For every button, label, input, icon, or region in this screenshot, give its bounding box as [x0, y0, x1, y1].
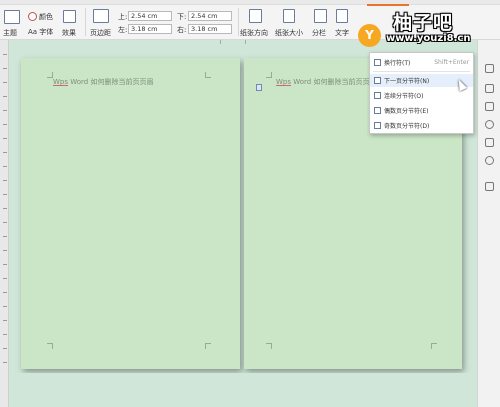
theme-button-label[interactable]: 主题 [3, 28, 17, 38]
menu-item-line-break[interactable]: 换行符(T) Shift+Enter [370, 56, 473, 69]
text-direction-icon[interactable] [336, 9, 348, 23]
text-direction-button-label[interactable]: 文字 [335, 28, 349, 38]
next-page-break-icon [374, 77, 381, 84]
header-rest: Word 如何删除当前页页眉 [68, 78, 154, 86]
help-icon[interactable] [485, 120, 494, 129]
site-watermark: Y 柚子吧 www.youzi8.cn [355, 6, 495, 50]
continuous-break-icon [374, 92, 381, 99]
vertical-ruler[interactable] [0, 40, 9, 407]
page-header-text[interactable]: Wps Word 如何删除当前页页眉 [276, 77, 376, 87]
margin-top-label: 上: [118, 13, 128, 21]
menu-item-label: 偶数页分节符(E) [384, 108, 429, 115]
menu-item-label: 连续分节符(O) [384, 93, 424, 100]
menu-item-label: 下一页分节符(N) [384, 78, 430, 85]
margin-left-input[interactable]: 3.18 cm [128, 24, 172, 34]
menu-item-even-page-section-break[interactable]: 偶数页分节符(E) [370, 104, 473, 117]
margins-icon[interactable] [93, 9, 109, 23]
margin-corner-mark [205, 72, 211, 78]
share-icon[interactable] [485, 182, 494, 191]
odd-page-break-icon [374, 122, 381, 129]
paper-size-icon[interactable] [283, 9, 295, 23]
menu-item-label: 奇数页分节符(D) [384, 123, 430, 130]
paste-options-icon[interactable] [256, 84, 262, 91]
margin-corner-mark [266, 72, 272, 78]
fonts-label: Aa 字体 [28, 27, 54, 36]
header-prefix: Wps [276, 78, 292, 86]
margin-corner-mark [266, 343, 272, 349]
document-page-left[interactable]: Wps Word 如何删除当前页页眉 [21, 58, 240, 369]
margin-right-input[interactable]: 3.18 cm [188, 24, 232, 34]
ribbon-tab-strip [0, 0, 500, 5]
menu-separator [373, 71, 470, 72]
palette-icon [28, 12, 37, 21]
menu-item-odd-page-section-break[interactable]: 奇数页分节符(D) [370, 119, 473, 132]
even-page-break-icon [374, 107, 381, 114]
margin-corner-mark [431, 343, 437, 349]
page-break-dropdown-menu: 换行符(T) Shift+Enter 下一页分节符(N) 连续分节符(O) 偶数… [369, 52, 474, 134]
line-break-icon [374, 59, 381, 66]
header-prefix: Wps [53, 78, 69, 86]
page-header-text[interactable]: Wps Word 如何删除当前页页眉 [53, 77, 153, 87]
margin-bottom-input[interactable]: 2.54 cm [188, 11, 232, 21]
margin-bottom-label: 下: [177, 13, 187, 21]
logo-url: www.youzi8.cn [386, 33, 471, 44]
ruler-tick [245, 40, 246, 44]
theme-icon[interactable] [4, 10, 20, 24]
colors-button[interactable]: 颜色 [28, 10, 53, 23]
right-side-panel [477, 40, 500, 407]
toolbar-divider [238, 8, 239, 36]
location-icon[interactable] [485, 156, 494, 165]
logo-badge: Y [358, 24, 381, 47]
pointer-icon[interactable] [485, 84, 494, 93]
orientation-button-label[interactable]: 纸张方向 [240, 28, 268, 38]
effects-icon[interactable] [63, 10, 76, 23]
margin-corner-mark [47, 343, 53, 349]
toolbar-divider [85, 8, 86, 36]
menu-item-continuous-section-break[interactable]: 连续分节符(O) [370, 89, 473, 102]
colors-label: 颜色 [39, 12, 53, 21]
margin-left-label: 左: [118, 26, 128, 34]
orientation-icon[interactable] [249, 9, 262, 23]
logo-title: 柚子吧 [393, 12, 454, 34]
menu-item-shortcut: Shift+Enter [434, 59, 469, 66]
document-icon[interactable] [485, 138, 494, 147]
canvas-bottom [9, 373, 477, 407]
format-icon[interactable] [485, 102, 494, 111]
ruler-tick [220, 40, 221, 44]
columns-icon[interactable] [314, 9, 327, 23]
fonts-button[interactable]: Aa 字体 [28, 25, 53, 38]
margin-right-label: 右: [177, 26, 187, 34]
columns-button-label[interactable]: 分栏 [312, 28, 326, 38]
menu-item-label: 换行符(T) [384, 60, 411, 67]
margins-button-label[interactable]: 页边距 [90, 28, 111, 38]
effects-button-label[interactable]: 效果 [62, 28, 76, 38]
margin-top-input[interactable]: 2.54 cm [128, 11, 172, 21]
header-rest: Word 如何删除当前页页眉 [291, 78, 377, 86]
margin-corner-mark [205, 343, 211, 349]
edit-pen-icon[interactable] [485, 64, 494, 73]
paper-size-button-label[interactable]: 纸张大小 [275, 28, 303, 38]
